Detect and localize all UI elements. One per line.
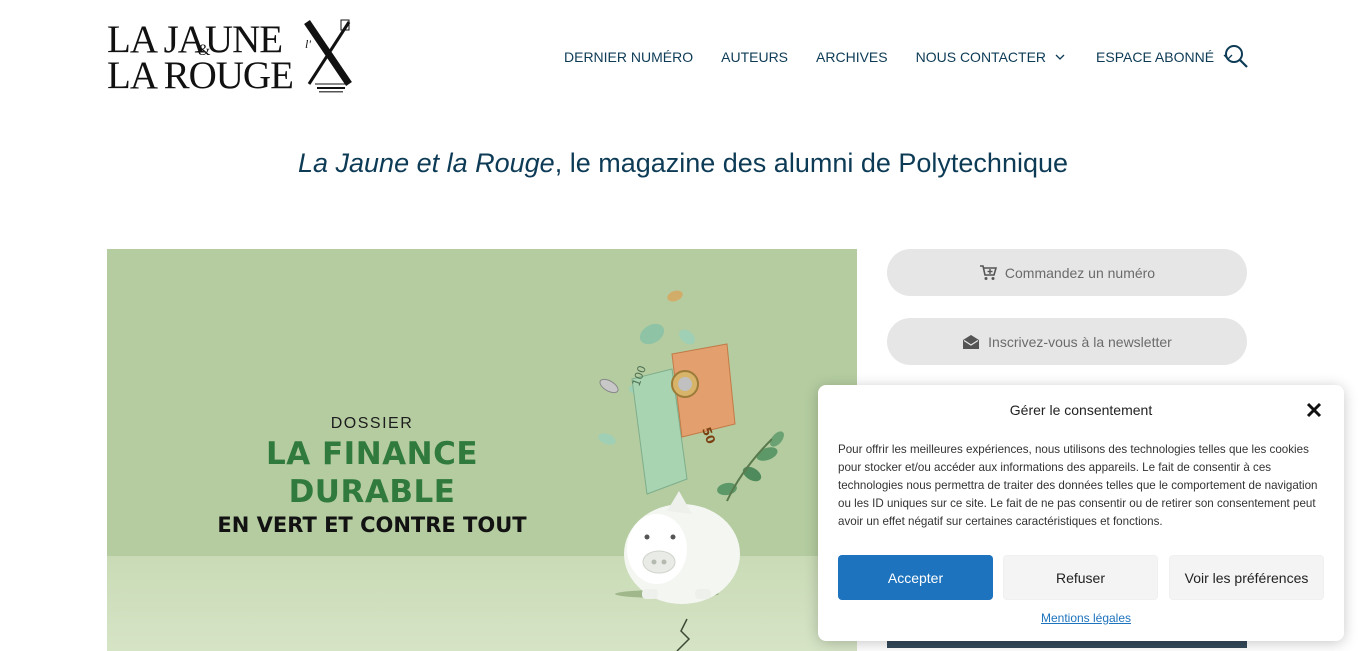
search-icon[interactable] bbox=[1224, 44, 1248, 68]
hero-subtitle: EN VERT ET CONTRE TOUT bbox=[217, 513, 527, 537]
envelope-open-icon bbox=[963, 334, 980, 349]
accept-button[interactable]: Accepter bbox=[838, 555, 993, 600]
nav-espace-abonne[interactable]: ESPACE ABONNÉ bbox=[1096, 49, 1234, 65]
refuse-button[interactable]: Refuser bbox=[1003, 555, 1158, 600]
preferences-button[interactable]: Voir les préférences bbox=[1169, 555, 1324, 600]
consent-text: Pour offrir les meilleures expériences, … bbox=[838, 443, 1318, 528]
hero-title-line-2: DURABLE bbox=[288, 474, 456, 510]
hero-kicker: DOSSIER bbox=[330, 415, 414, 432]
svg-text:l': l' bbox=[305, 37, 311, 51]
site-logo[interactable]: LA JAUNE & LA ROUGE l' bbox=[107, 18, 357, 97]
close-icon[interactable] bbox=[1305, 401, 1323, 419]
order-issue-button[interactable]: Commandez un numéro bbox=[887, 249, 1247, 296]
legal-notice-link[interactable]: Mentions légales bbox=[818, 611, 1354, 625]
piggy-bank-illustration: 100 50 bbox=[598, 290, 784, 651]
nav-nous-contacter[interactable]: NOUS CONTACTER bbox=[916, 49, 1066, 65]
nav-label: ARCHIVES bbox=[816, 49, 888, 65]
hero-title-line-1: LA FINANCE bbox=[265, 436, 479, 472]
consent-title: Gérer le consentement bbox=[1009, 402, 1153, 418]
cookie-consent-dialog: Gérer le consentement Pour offrir les me… bbox=[818, 385, 1344, 641]
hero-title: LA FINANCE DURABLE bbox=[197, 435, 547, 511]
chevron-down-icon bbox=[1055, 54, 1065, 60]
tagline-rest: , le magazine des alumni de Polytechniqu… bbox=[554, 148, 1069, 178]
nav-label: DERNIER NUMÉRO bbox=[564, 49, 694, 65]
cart-plus-icon bbox=[979, 264, 997, 280]
tagline-magazine-name: La Jaune et la Rouge bbox=[297, 148, 555, 178]
newsletter-label: Inscrivez-vous à la newsletter bbox=[988, 333, 1172, 350]
site-header: LA JAUNE & LA ROUGE l' DERNIER NUMÉRO AU… bbox=[0, 0, 1366, 112]
site-tagline: La Jaune et la Rouge, le magazine des al… bbox=[0, 148, 1366, 179]
order-issue-label: Commandez un numéro bbox=[1004, 264, 1156, 281]
newsletter-button[interactable]: Inscrivez-vous à la newsletter bbox=[887, 318, 1247, 365]
nav-label: AUTEURS bbox=[721, 49, 789, 65]
nav-label: NOUS CONTACTER bbox=[915, 49, 1047, 65]
nav-archives[interactable]: ARCHIVES bbox=[816, 49, 888, 65]
nav-dernier-numero[interactable]: DERNIER NUMÉRO bbox=[564, 49, 693, 65]
logo-x-mark-icon: l' bbox=[304, 19, 352, 93]
logo-line-2: LA ROUGE bbox=[107, 54, 294, 97]
nav-label: ESPACE ABONNÉ bbox=[1096, 49, 1215, 65]
hero-banner[interactable]: DOSSIER LA FINANCE DURABLE EN VERT ET CO… bbox=[107, 249, 857, 651]
nav-auteurs[interactable]: AUTEURS bbox=[721, 49, 788, 65]
main-nav: DERNIER NUMÉRO AUTEURS ARCHIVES NOUS CON… bbox=[564, 46, 1234, 68]
